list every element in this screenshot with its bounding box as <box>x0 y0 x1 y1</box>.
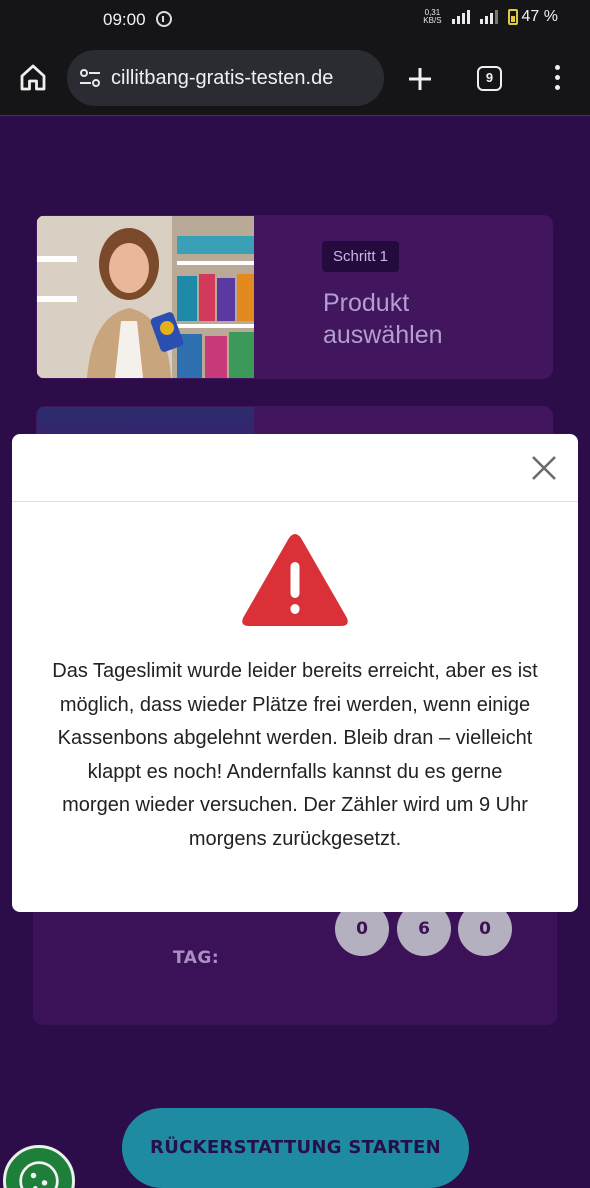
status-bar: 09:00 0,31 KB/S 47 % <box>0 0 590 40</box>
counter-label: TAG: <box>173 948 220 968</box>
step-card: Schritt 1 Produkt auswählen <box>36 215 553 379</box>
modal-header <box>12 434 578 502</box>
tune-icon[interactable] <box>79 69 101 87</box>
tabs-icon[interactable]: 9 <box>477 66 502 91</box>
network-speed: 0,31 KB/S <box>423 8 442 25</box>
home-icon[interactable] <box>18 62 48 92</box>
close-icon[interactable] <box>530 454 558 482</box>
battery-indicator: 47 % <box>507 8 558 26</box>
warning-triangle-icon <box>242 534 348 626</box>
refund-start-button[interactable]: RÜCKERSTATTUNG STARTEN <box>122 1108 469 1188</box>
status-time: 09:00 <box>103 10 146 29</box>
step-badge: Schritt 1 <box>322 241 400 272</box>
signal-icon-2 <box>479 10 498 24</box>
step-title: Produkt auswählen <box>323 289 443 349</box>
modal-message: Das Tageslimit wurde leider bereits erre… <box>52 660 538 850</box>
signal-icon <box>451 10 470 24</box>
browser-toolbar: cillitbang-gratis-testen.de 9 <box>0 40 590 116</box>
cookie-icon[interactable] <box>3 1145 75 1188</box>
plus-icon[interactable] <box>405 64 435 94</box>
battery-icon <box>507 9 518 25</box>
vibrate-icon <box>156 11 172 27</box>
battery-percent: 47 % <box>521 8 558 25</box>
limit-modal: Das Tageslimit wurde leider bereits erre… <box>12 434 578 912</box>
url-text[interactable]: cillitbang-gratis-testen.de <box>111 67 333 90</box>
more-vertical-icon[interactable] <box>549 65 565 93</box>
product-photo <box>37 216 254 378</box>
status-indicators: 0,31 KB/S 47 % <box>423 8 558 26</box>
address-bar[interactable]: cillitbang-gratis-testen.de <box>67 50 384 106</box>
